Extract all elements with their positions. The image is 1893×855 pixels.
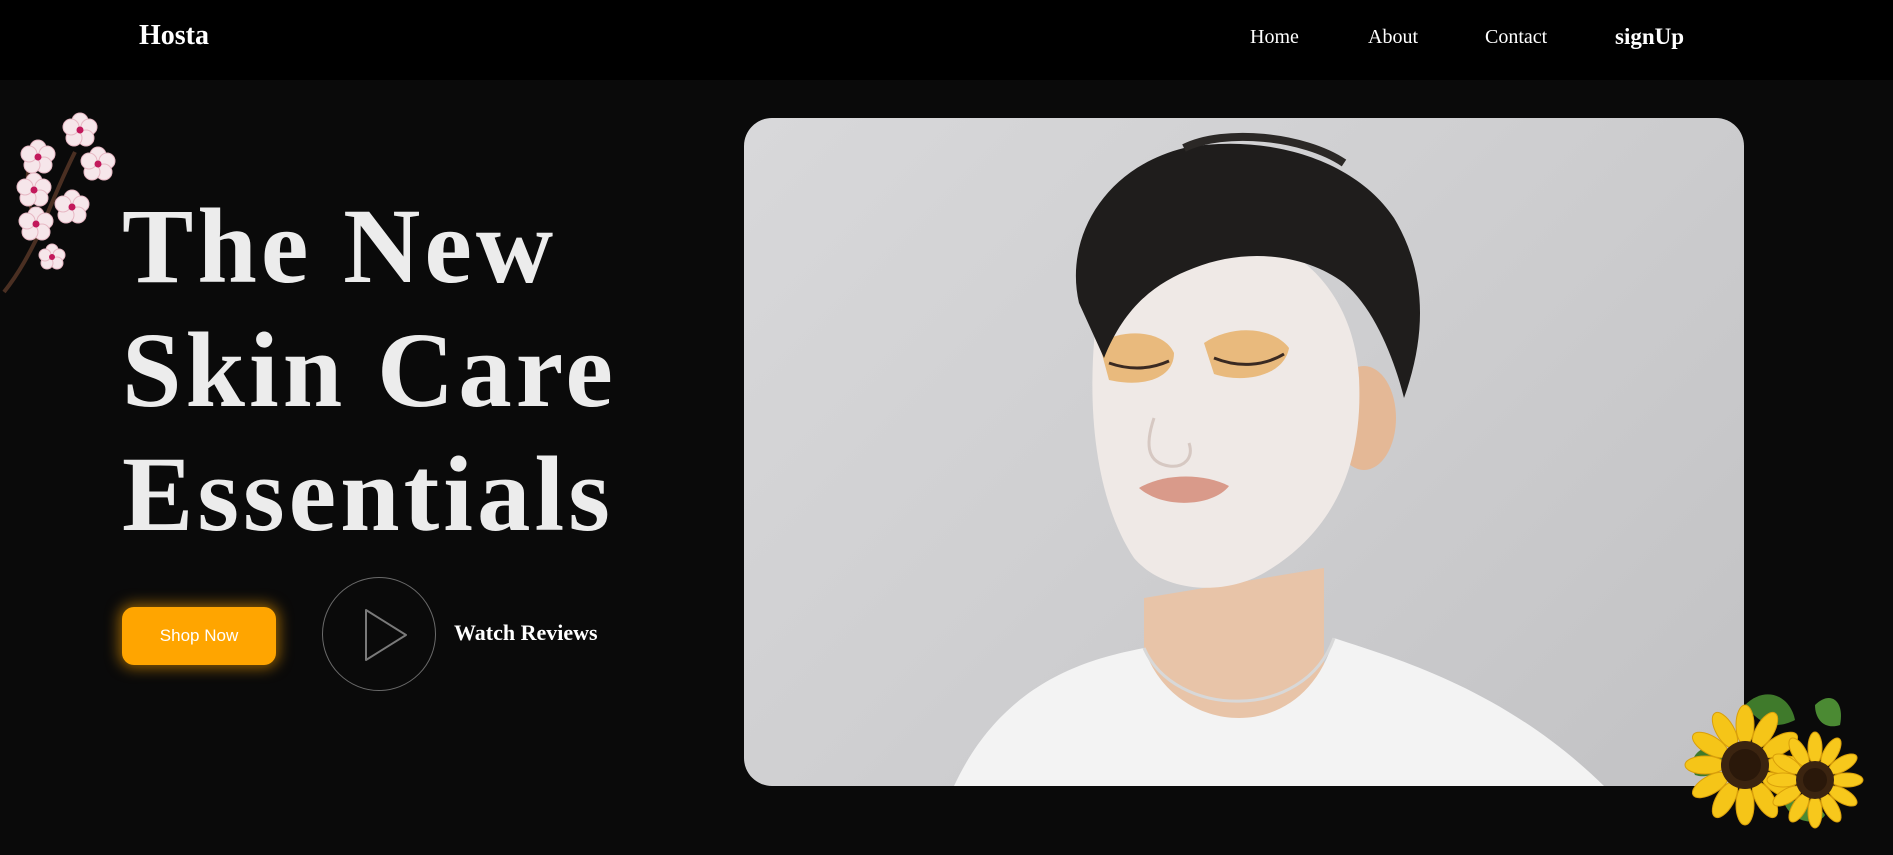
- cherry-blossom-icon: [2, 112, 116, 294]
- shop-now-button[interactable]: Shop Now: [122, 607, 276, 665]
- brand-logo[interactable]: Hosta: [139, 20, 209, 52]
- watch-reviews-label[interactable]: Watch Reviews: [454, 620, 598, 646]
- hero-image: [744, 118, 1744, 786]
- play-icon: [365, 609, 407, 661]
- nav-link-about[interactable]: About: [1368, 26, 1418, 49]
- signup-link[interactable]: signUp: [1615, 24, 1684, 50]
- nav-link-contact[interactable]: Contact: [1485, 26, 1547, 49]
- hero-title: The New Skin Care Essentials: [122, 185, 617, 557]
- sunflower-icon: [1684, 694, 1864, 829]
- hero-title-line-2: Skin Care: [122, 312, 617, 430]
- nav-link-home[interactable]: Home: [1250, 26, 1299, 49]
- man-face-mask-photo: [954, 132, 1604, 786]
- top-navbar: Hosta Home About Contact signUp: [0, 0, 1893, 80]
- watch-reviews-play-button[interactable]: [322, 577, 436, 691]
- hero-title-line-3: Essentials: [122, 436, 614, 554]
- hero-title-line-1: The New: [122, 188, 558, 306]
